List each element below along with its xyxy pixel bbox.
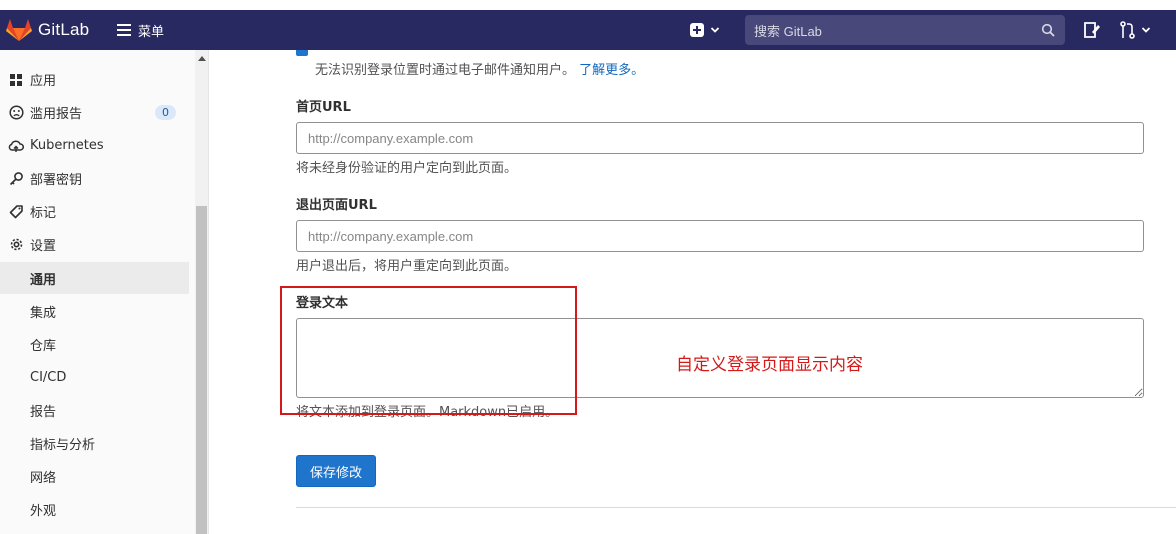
gear-icon xyxy=(0,237,30,252)
search-placeholder: 搜索 GitLab xyxy=(754,23,822,39)
sidebar-subitem-repository[interactable]: 仓库 xyxy=(0,328,189,360)
admin-sidebar: 应用 滥用报告 0 Kubernetes 部署密钥 标记 设置 通用 集成 仓库… xyxy=(0,50,209,534)
sidebar-subitem-appearance[interactable]: 外观 xyxy=(0,493,189,525)
plus-square-icon xyxy=(690,23,704,37)
home-url-label: 首页URL xyxy=(296,100,351,115)
merge-request-icon xyxy=(1120,21,1135,39)
save-changes-button[interactable]: 保存修改 xyxy=(296,455,376,487)
search-input[interactable]: 搜索 GitLab xyxy=(745,15,1065,45)
signout-url-help: 用户退出后，将用户重定向到此页面。 xyxy=(296,259,518,274)
brand-name[interactable]: GitLab xyxy=(38,20,89,40)
sidebar-item-label: 部署密钥 xyxy=(30,173,83,188)
hamburger-icon xyxy=(117,24,131,36)
sidebar-item-label: 标记 xyxy=(30,206,57,221)
chevron-down-icon xyxy=(1141,27,1151,33)
signout-url-label: 退出页面URL xyxy=(296,198,377,213)
sidebar-item-label: 设置 xyxy=(30,239,57,254)
sidebar-subitem-integrations[interactable]: 集成 xyxy=(0,295,189,327)
sidebar-subitem-reporting[interactable]: 报告 xyxy=(0,394,189,426)
cloud-icon xyxy=(0,139,30,153)
new-dropdown-button[interactable] xyxy=(690,21,720,39)
top-navbar: GitLab 菜单 搜索 GitLab xyxy=(0,10,1176,50)
sidebar-item-labels[interactable]: 标记 xyxy=(0,195,189,228)
divider xyxy=(296,507,1176,508)
home-url-input[interactable] xyxy=(296,122,1144,154)
notify-help-text: 无法识别登录位置时通过电子邮件通知用户。 xyxy=(315,63,576,78)
home-url-help: 将未经身份验证的用户定向到此页面。 xyxy=(296,161,518,176)
count-badge: 0 xyxy=(155,105,176,120)
search-icon xyxy=(1041,23,1055,37)
top-strip xyxy=(0,0,1176,10)
learn-more-link[interactable]: 了解更多。 xyxy=(579,63,644,78)
scrollbar-thumb[interactable] xyxy=(196,206,207,534)
sidebar-item-settings[interactable]: 设置 xyxy=(0,228,189,261)
face-icon xyxy=(0,105,30,120)
sidebar-item-kubernetes[interactable]: Kubernetes xyxy=(0,129,189,162)
sidebar-item-deploy-keys[interactable]: 部署密钥 xyxy=(0,162,189,195)
key-icon xyxy=(0,171,30,186)
annotation-text: 自定义登录页面显示内容 xyxy=(676,355,863,375)
notify-help: 无法识别登录位置时通过电子邮件通知用户。 了解更多。 xyxy=(315,59,644,78)
sidebar-item-applications[interactable]: 应用 xyxy=(0,63,189,96)
chevron-down-icon xyxy=(710,27,720,33)
menu-button[interactable]: 菜单 xyxy=(117,19,164,41)
grid-icon xyxy=(0,73,30,87)
sidebar-item-abuse-reports[interactable]: 滥用报告 0 xyxy=(0,96,189,129)
settings-main: 无法识别登录位置时通过电子邮件通知用户。 了解更多。 首页URL 将未经身份验证… xyxy=(209,44,1176,534)
sidebar-subitem-ci-cd[interactable]: CI/CD xyxy=(0,361,189,393)
sidebar-subitem-network[interactable]: 网络 xyxy=(0,460,189,492)
scroll-up-arrow-icon[interactable] xyxy=(198,56,206,61)
sidebar-item-label: 滥用报告 xyxy=(30,107,83,122)
sidebar-subitem-general[interactable]: 通用 xyxy=(0,262,189,294)
sidebar-item-label: 应用 xyxy=(30,74,57,89)
sidebar-subitem-metrics[interactable]: 指标与分析 xyxy=(0,427,189,459)
merge-requests-button[interactable] xyxy=(1120,20,1151,40)
sidebar-item-label: Kubernetes xyxy=(30,138,104,153)
tag-icon xyxy=(0,204,30,219)
signin-text-label: 登录文本 xyxy=(296,296,349,311)
gitlab-logo-icon[interactable] xyxy=(6,18,32,42)
signout-url-input[interactable] xyxy=(296,220,1144,252)
todo-icon[interactable] xyxy=(1082,20,1102,40)
menu-label: 菜单 xyxy=(138,24,165,40)
signin-text-help: 将文本添加到登录页面。Markdown已启用。 xyxy=(296,405,559,420)
